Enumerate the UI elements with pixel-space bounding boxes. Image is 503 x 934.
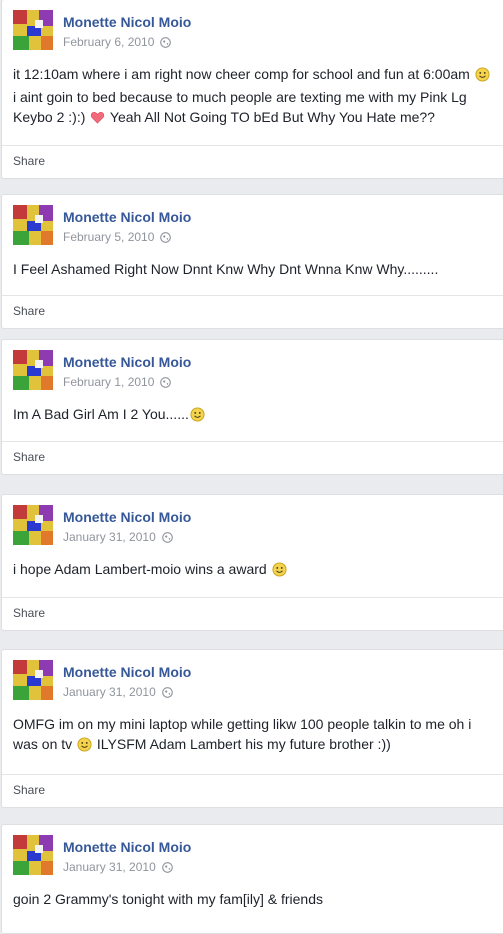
share-button[interactable]: Share	[13, 450, 45, 464]
feed-post: Monette Nicol Moio February 6, 2010 it 1…	[1, 0, 503, 179]
author-name[interactable]: Monette Nicol Moio	[63, 839, 191, 855]
post-header: Monette Nicol Moio February 5, 2010	[2, 195, 503, 247]
post-header: Monette Nicol Moio January 31, 2010	[2, 650, 503, 702]
globe-icon[interactable]	[160, 36, 172, 48]
post-header: Monette Nicol Moio January 31, 2010	[2, 495, 503, 547]
author-name[interactable]: Monette Nicol Moio	[63, 209, 191, 225]
post-text-part: i hope Adam Lambert-moio wins a award	[13, 561, 271, 577]
feed-post: Monette Nicol Moio February 1, 2010 Im A…	[1, 339, 503, 475]
post-meta: January 31, 2010	[63, 860, 173, 874]
post-header: Monette Nicol Moio February 6, 2010	[2, 0, 503, 52]
avatar[interactable]	[13, 660, 53, 700]
globe-icon[interactable]	[160, 376, 172, 388]
post-date[interactable]: February 6, 2010	[63, 35, 154, 49]
heart-emoji-icon	[90, 110, 105, 130]
post-action-bar: Share	[2, 295, 503, 328]
avatar[interactable]	[13, 835, 53, 875]
avatar[interactable]	[13, 205, 53, 245]
post-action-bar: Share	[2, 597, 503, 630]
post-text: it 12:10am where i am right now cheer co…	[2, 52, 503, 130]
globe-icon[interactable]	[161, 531, 173, 543]
timeline-feed: Monette Nicol Moio February 6, 2010 it 1…	[0, 0, 503, 934]
share-button[interactable]: Share	[13, 304, 45, 318]
post-action-bar: Share	[2, 145, 503, 178]
avatar[interactable]	[13, 350, 53, 390]
author-name[interactable]: Monette Nicol Moio	[63, 664, 191, 680]
post-date[interactable]: January 31, 2010	[63, 530, 156, 544]
post-date[interactable]: January 31, 2010	[63, 685, 156, 699]
post-meta: February 5, 2010	[63, 230, 172, 244]
post-date[interactable]: February 1, 2010	[63, 375, 154, 389]
post-text: OMFG im on my mini laptop while getting …	[2, 702, 503, 757]
post-text: goin 2 Grammy's tonight with my fam[ily]…	[13, 891, 323, 907]
globe-icon[interactable]	[161, 686, 173, 698]
globe-icon[interactable]	[161, 861, 173, 873]
post-text-part: Yeah All Not Going TO bEd But Why You Ha…	[106, 109, 435, 125]
share-button[interactable]: Share	[13, 783, 45, 797]
post-header: Monette Nicol Moio February 1, 2010	[2, 340, 503, 392]
post-text-part: Im A Bad Girl Am I 2 You......	[13, 406, 189, 422]
smile-emoji-icon	[190, 407, 205, 427]
smile-emoji-icon	[272, 562, 287, 582]
globe-icon[interactable]	[160, 231, 172, 243]
author-name[interactable]: Monette Nicol Moio	[63, 509, 191, 525]
post-text: i hope Adam Lambert-moio wins a award	[2, 547, 503, 582]
avatar[interactable]	[13, 505, 53, 545]
post-date[interactable]: February 5, 2010	[63, 230, 154, 244]
share-button[interactable]: Share	[13, 154, 45, 168]
post-header: Monette Nicol Moio January 31, 2010	[2, 825, 503, 877]
post-date[interactable]: January 31, 2010	[63, 860, 156, 874]
author-name[interactable]: Monette Nicol Moio	[63, 14, 191, 30]
post-text: I Feel Ashamed Right Now Dnnt Knw Why Dn…	[13, 261, 439, 277]
post-text-part: it 12:10am where i am right now cheer co…	[13, 66, 474, 82]
feed-post: Monette Nicol Moio January 31, 2010 OMFG…	[1, 649, 503, 808]
post-meta: February 1, 2010	[63, 375, 172, 389]
post-text-part: ILYSFM Adam Lambert his my future brothe…	[93, 736, 391, 752]
post-meta: January 31, 2010	[63, 685, 173, 699]
post-text: Im A Bad Girl Am I 2 You......	[2, 392, 503, 427]
feed-post: Monette Nicol Moio January 31, 2010 i ho…	[1, 494, 503, 631]
share-button[interactable]: Share	[13, 606, 45, 620]
smile-emoji-icon	[77, 737, 92, 757]
post-action-bar: Share	[2, 441, 503, 474]
smile-emoji-icon	[475, 67, 490, 87]
feed-post: Monette Nicol Moio February 5, 2010 I Fe…	[1, 194, 503, 329]
avatar[interactable]	[13, 10, 53, 50]
post-meta: January 31, 2010	[63, 530, 173, 544]
feed-post: Monette Nicol Moio January 31, 2010 goin…	[1, 824, 503, 934]
post-meta: February 6, 2010	[63, 35, 172, 49]
post-action-bar: Share	[2, 774, 503, 807]
author-name[interactable]: Monette Nicol Moio	[63, 354, 191, 370]
